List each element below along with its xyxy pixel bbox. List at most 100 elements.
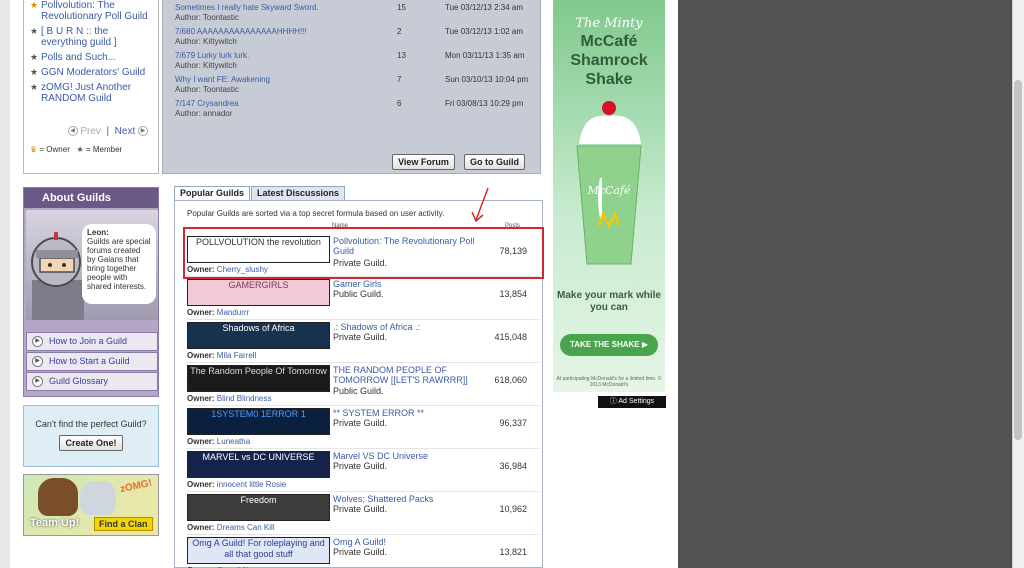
ad-headline: The Minty [575,16,643,31]
discussion-title[interactable]: 7/147 Crysandrea [175,99,385,108]
discussion-title[interactable]: Sometimes I really hate Skyward Sword. [175,3,385,12]
owner-link[interactable]: Mandurrr [217,308,249,317]
guild-banner[interactable]: Freedom [187,494,330,521]
guild-row[interactable]: GAMERGIRLS Owner: Mandurrr Gamer Girls Publ… [187,277,539,320]
next-link[interactable]: Next [115,126,136,137]
discussion-author: Author: Toontastic [175,13,239,22]
my-guild-item[interactable]: ★ zOMG! Just Another RANDOM Guild [30,82,154,104]
guild-type: Private Guild. [333,547,388,557]
discussion-date: Mon 03/11/13 1:35 am [445,51,525,60]
how-to-start-link[interactable]: ▶ How to Start a Guild [26,352,158,371]
discussion-row[interactable]: 7/147 Crysandrea Author: annador 6 Fri 0… [175,99,535,121]
discussion-row[interactable]: 7/679 Lurky lurk lurk. Author: Kittywitc… [175,51,535,73]
guild-type: Public Guild. [333,386,384,396]
guild-row[interactable]: 1SYSTEM0 1ERROR 1 Owner: Luneatha ** SYSTE… [187,406,539,449]
create-guild-button[interactable]: Create One! [59,435,123,451]
star-legend: ♛ = Owner ★ = Member [30,145,123,154]
team-up-banner[interactable]: zOMG! Team Up! Find a Clan [23,474,159,536]
guild-owner: Owner: Blind Blindness [187,394,272,403]
ad-headline-2: McCafé [580,33,638,50]
about-guilds-title: About Guilds [24,188,158,208]
about-links: ▶ How to Join a Guild ▶ How to Start a Gui… [26,332,158,392]
my-guild-item[interactable]: ★ Polls and Such... [30,52,154,63]
take-the-shake-button[interactable]: TAKE THE SHAKE ▶ [560,334,658,356]
find-guild-panel: Can't find the perfect Guild? Create One… [23,405,159,467]
discussion-date: Sun 03/10/13 10:04 pm [445,75,529,84]
guild-banner[interactable]: Shadows of Africa [187,322,330,349]
owner-star-icon: ★ [30,0,39,10]
chevron-right-icon: ▶ [32,356,43,367]
my-guilds-panel: ★ Pollvolution: The Revolutionary Poll Gu… [23,0,159,174]
guild-banner[interactable]: MARVEL vs DC UNIVERSE [187,451,330,478]
guild-owner: Owner: Mila Farrell [187,351,257,360]
find-clan-button[interactable]: Find a Clan [94,517,153,531]
guild-posts: 96,337 [499,418,527,428]
character-art [80,481,116,515]
owner-star-icon: ♛ [30,145,38,154]
leon-speech-bubble: Leon: Guilds are special forums created … [82,224,156,304]
owner-link[interactable]: Blind Blindness [217,394,272,403]
discussion-title[interactable]: Why I want FE: Awakening [175,75,385,84]
guild-row[interactable]: Freedom Owner: Dreams Can Kill Wolves; Sha… [187,492,539,535]
guild-banner[interactable]: Omg A Guild! For roleplaying and all tha… [187,537,330,564]
guild-owner: Owner: Luneatha [187,437,251,446]
discussion-replies: 15 [397,3,406,12]
ad-settings-button[interactable]: ⓘ Ad Settings [598,396,666,408]
popular-description: Popular Guilds are sorted via a top secr… [187,209,445,218]
guild-glossary-link[interactable]: ▶ Guild Glossary [26,372,158,391]
guild-name-link[interactable]: ** SYSTEM ERROR ** [333,408,483,418]
guild-owner: Owner: innocent little Rosie [187,480,287,489]
leon-illustration: Leon: Guilds are special forums created … [26,210,158,320]
discussion-row[interactable]: Sometimes I really hate Skyward Sword. A… [175,3,535,25]
guild-name-link[interactable]: Wolves; Shattered Packs [333,494,483,504]
go-to-guild-button[interactable]: Go to Guild [464,154,525,170]
guild-name-link[interactable]: .: Shadows of Africa .: [333,322,483,332]
scrollbar-thumb[interactable] [1014,80,1022,440]
guild-posts: 10,962 [499,504,527,514]
mcdonalds-ad[interactable]: The Minty McCafé Shamrock Shake McCafé M… [553,0,665,392]
guild-name-link[interactable]: Marvel VS DC Universe [333,451,483,461]
owner-link[interactable]: Mila Farrell [217,351,257,360]
guild-posts: 415,048 [494,332,527,342]
guild-posts: 13,821 [499,547,527,557]
ad-fine-print: At participating McDonald's for a limite… [556,376,662,388]
guild-banner[interactable]: The Random People Of Tomorrow [187,365,330,392]
guild-type: Public Guild. [333,289,384,299]
guild-posts: 13,854 [499,289,527,299]
member-star-icon: ★ [30,52,39,62]
tab-popular-guilds[interactable]: Popular Guilds [174,186,251,201]
chevron-right-icon: ▶ [32,376,43,387]
my-guild-item[interactable]: ★[ B U R N :: the everything guild ] [30,26,154,48]
discussion-row[interactable]: Why I want FE: Awakening Author: Toontas… [175,75,535,97]
zomg-logo: zOMG! [119,477,154,496]
owner-link[interactable]: innocent little Rosie [217,480,286,489]
my-guild-item[interactable]: ★ GGN Moderators' Guild [30,67,154,78]
prev-arrow-icon: ◀ [67,126,78,137]
discussion-author: Author: Toontastic [175,85,239,94]
my-guild-item[interactable]: ★ Pollvolution: The Revolutionary Poll Gu… [30,0,154,22]
guild-name-link[interactable]: THE RANDOM PEOPLE OF TOMORROW [[LET'S RA… [333,365,483,385]
guild-posts: 618,060 [494,375,527,385]
discussion-title[interactable]: 7/680 AAAAAAAAAAAAAAAHHHH!!! [175,27,385,36]
owner-link[interactable]: Dreams Can Kill [217,523,275,532]
guild-row[interactable]: Shadows of Africa Owner: Mila Farrell .: S… [187,320,539,363]
how-to-join-link[interactable]: ▶ How to Join a Guild [26,332,158,351]
discussion-date: Tue 03/12/13 2:34 am [445,3,523,12]
guild-row[interactable]: MARVEL vs DC UNIVERSE Owner: innocent lit… [187,449,539,492]
next-arrow-icon[interactable]: ▶ [138,126,148,137]
guild-banner[interactable]: 1SYSTEM0 1ERROR 1 [187,408,330,435]
member-star-icon: ★ [30,67,39,77]
owner-link[interactable]: Luneatha [217,437,250,446]
about-guilds-panel: About Guilds Leon: Guilds are special fo… [23,187,159,397]
discussion-row[interactable]: 7/680 AAAAAAAAAAAAAAAHHHH!!! Author: Kit… [175,27,535,49]
guild-name-link[interactable]: Gamer Girls [333,279,483,289]
chevron-right-icon: ▶ [32,336,43,347]
guild-row[interactable]: Omg A Guild! For roleplaying and all tha… [187,535,539,568]
guild-name-link[interactable]: Omg A Guild! [333,537,483,547]
view-forum-button[interactable]: View Forum [392,154,455,170]
discussion-title[interactable]: 7/679 Lurky lurk lurk. [175,51,385,60]
guild-banner[interactable]: GAMERGIRLS [187,279,330,306]
annotation-arrow-icon [471,187,489,223]
guild-row[interactable]: The Random People Of Tomorrow Owner: Blin… [187,363,539,406]
tab-latest-discussions[interactable]: Latest Discussions [251,186,346,201]
